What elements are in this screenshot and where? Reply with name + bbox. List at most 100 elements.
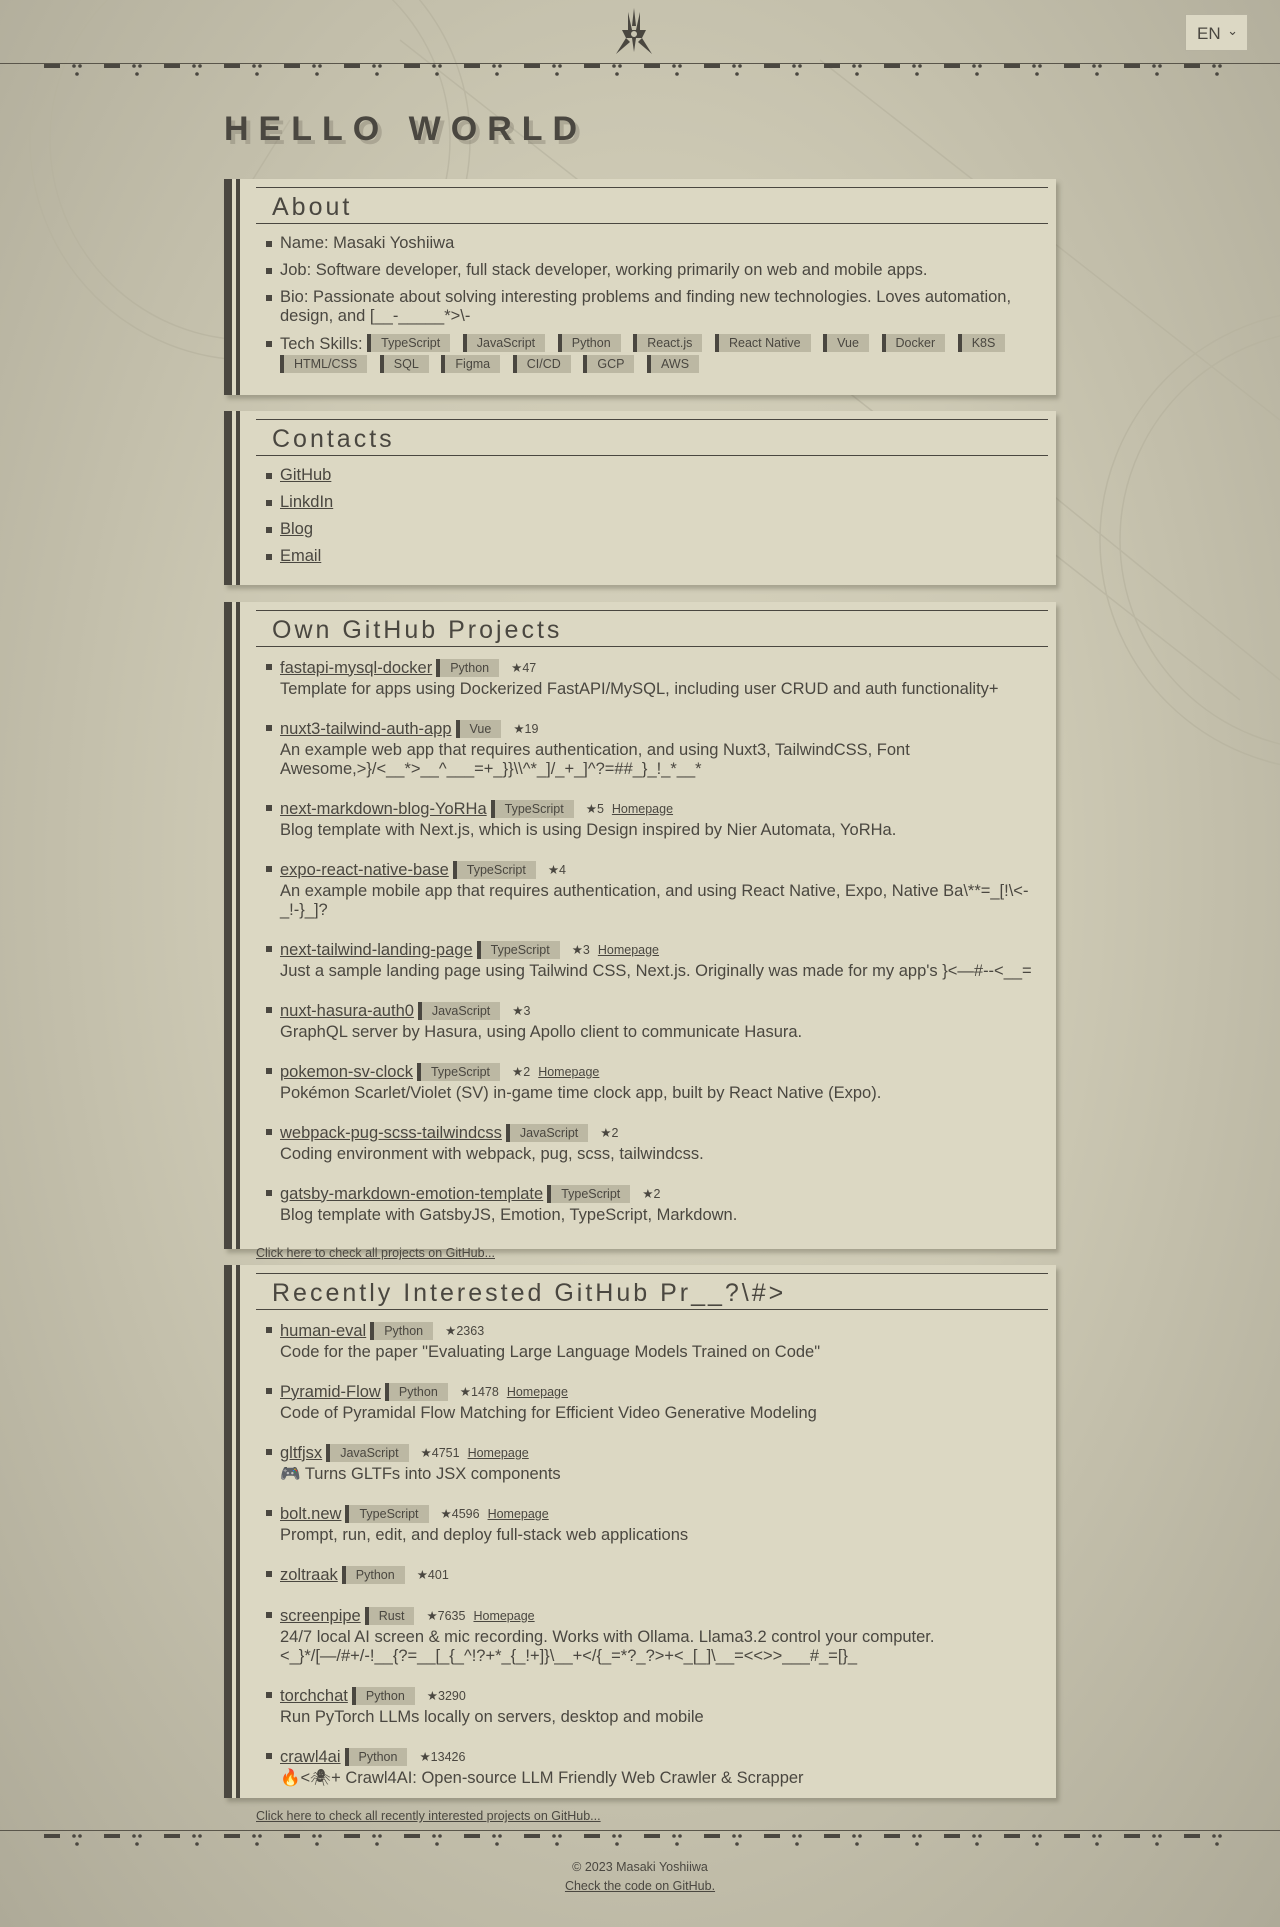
all-projects-link[interactable]: Click here to check all projects on GitH… xyxy=(256,1246,495,1260)
project-link[interactable]: gltfjsx xyxy=(280,1444,322,1463)
project-link[interactable]: bolt.new xyxy=(280,1505,341,1524)
skill-tag: React.js xyxy=(633,334,703,352)
star-count: ★3 xyxy=(572,941,590,960)
star-count: ★13426 xyxy=(419,1748,465,1767)
project-link[interactable]: zoltraak xyxy=(280,1566,338,1585)
contact-item: Blog xyxy=(266,520,1040,539)
star-icon: ★ xyxy=(420,1445,432,1460)
star-icon: ★ xyxy=(512,1003,524,1018)
star-value: 3290 xyxy=(438,1688,466,1703)
star-count: ★3290 xyxy=(427,1687,466,1706)
language-tag: TypeScript xyxy=(416,1063,501,1081)
star-count: ★3 xyxy=(512,1002,530,1021)
contact-link-linkdin[interactable]: LinkdIn xyxy=(280,493,333,511)
project-item: bolt.new TypeScript ★4596 Homepage Prompt, r… xyxy=(266,1503,1040,1545)
homepage-link[interactable]: Homepage xyxy=(468,1444,529,1463)
contact-link-email[interactable]: Email xyxy=(280,547,321,565)
star-value: 2 xyxy=(523,1064,531,1079)
project-item: screenpipe Rust ★7635 Homepage 24/7 local AI… xyxy=(266,1605,1040,1666)
project-item: fastapi-mysql-docker Python ★47 Template fo… xyxy=(266,657,1040,699)
contact-link-blog[interactable]: Blog xyxy=(280,520,313,538)
star-icon: ★ xyxy=(440,1506,452,1521)
project-description: 🎮 Turns GLTFs into JSX components xyxy=(280,1465,561,1483)
project-link[interactable]: expo-react-native-base xyxy=(280,861,449,880)
language-tag: JavaScript xyxy=(505,1124,589,1142)
star-count: ★2 xyxy=(600,1124,618,1143)
site-header: EN ⌄ xyxy=(0,0,1280,64)
star-value: 4 xyxy=(559,862,566,877)
contact-link-github[interactable]: GitHub xyxy=(280,466,331,484)
project-description: Blog template with GatsbyJS, Emotion, Ty… xyxy=(280,1206,738,1224)
homepage-link[interactable]: Homepage xyxy=(538,1063,599,1082)
language-tag: JavaScript xyxy=(326,1444,409,1462)
language-tag: Python xyxy=(344,1748,408,1766)
language-select[interactable]: EN ⌄ xyxy=(1185,14,1248,51)
project-description: Prompt, run, edit, and deploy full-stack… xyxy=(280,1526,689,1544)
project-link[interactable]: human-eval xyxy=(280,1322,366,1341)
skill-tag: Python xyxy=(557,334,621,352)
project-description: Run PyTorch LLMs locally on servers, des… xyxy=(280,1708,704,1726)
project-description: Blog template with Next.js, which is usi… xyxy=(280,821,897,839)
project-item: human-eval Python ★2363 Code for the paper … xyxy=(266,1320,1040,1362)
skill-tag: AWS xyxy=(647,355,700,373)
project-description: Code for the paper "Evaluating Large Lan… xyxy=(280,1343,821,1361)
project-link[interactable]: Pyramid-Flow xyxy=(280,1383,381,1402)
language-tag: Python xyxy=(351,1687,415,1705)
project-link[interactable]: screenpipe xyxy=(280,1607,361,1626)
contact-item: GitHub xyxy=(266,466,1040,485)
project-link[interactable]: webpack-pug-scss-tailwindcss xyxy=(280,1124,502,1143)
skill-tag: SQL xyxy=(379,355,429,373)
star-value: 2 xyxy=(611,1125,619,1140)
project-item: gltfjsx JavaScript ★4751 Homepage 🎮 Turns GL… xyxy=(266,1442,1040,1484)
footer-dot-border xyxy=(44,1834,1222,1846)
star-count: ★4 xyxy=(548,861,566,880)
project-description: 🔥<🕷+ Crawl4AI: Open-source LLM Friendly … xyxy=(280,1769,804,1787)
homepage-link[interactable]: Homepage xyxy=(612,800,673,819)
interested-projects-heading: Recently Interested GitHub Pr__?\#> xyxy=(272,1279,787,1307)
homepage-link[interactable]: Homepage xyxy=(488,1505,549,1524)
star-count: ★19 xyxy=(513,720,538,739)
all-interested-projects-link[interactable]: Click here to check all recently interes… xyxy=(256,1809,601,1823)
language-tag: JavaScript xyxy=(417,1002,501,1020)
star-icon: ★ xyxy=(416,1567,428,1582)
footer-divider xyxy=(0,1830,1280,1831)
yorha-logo-icon[interactable] xyxy=(612,6,656,56)
contact-item: Email xyxy=(266,547,1040,566)
skill-tag: HTML/CSS xyxy=(280,355,368,373)
star-count: ★4596 xyxy=(441,1505,480,1524)
star-count: ★4751 xyxy=(421,1444,460,1463)
own-projects-heading: Own GitHub Projects xyxy=(272,616,563,644)
project-link[interactable]: nuxt3-tailwind-auth-app xyxy=(280,720,452,739)
project-link[interactable]: fastapi-mysql-docker xyxy=(280,659,432,678)
star-value: 4596 xyxy=(451,1506,480,1521)
star-value: 7635 xyxy=(437,1608,466,1623)
about-card: About Name: Masaki Yoshiiwa Job: Softwar… xyxy=(224,179,1056,395)
skill-tag: GCP xyxy=(583,355,635,373)
star-value: 13426 xyxy=(430,1749,466,1764)
star-value: 19 xyxy=(524,721,539,736)
project-link[interactable]: next-tailwind-landing-page xyxy=(280,941,473,960)
project-link[interactable]: crawl4ai xyxy=(280,1748,341,1767)
github-source-link[interactable]: Check the code on GitHub. xyxy=(565,1879,715,1893)
star-value: 4751 xyxy=(431,1445,460,1460)
project-link[interactable]: pokemon-sv-clock xyxy=(280,1063,413,1082)
project-link[interactable]: nuxt-hasura-auth0 xyxy=(280,1002,414,1021)
about-name: Name: Masaki Yoshiiwa xyxy=(266,234,1040,253)
star-count: ★5 xyxy=(586,800,604,819)
homepage-link[interactable]: Homepage xyxy=(507,1383,568,1402)
star-value: 3 xyxy=(523,1003,531,1018)
star-icon: ★ xyxy=(511,660,523,675)
project-link[interactable]: torchchat xyxy=(280,1687,348,1706)
star-icon: ★ xyxy=(419,1749,431,1764)
homepage-link[interactable]: Homepage xyxy=(473,1607,534,1626)
project-link[interactable]: gatsby-markdown-emotion-template xyxy=(280,1185,543,1204)
language-tag: TypeScript xyxy=(547,1185,631,1203)
project-link[interactable]: next-markdown-blog-YoRHa xyxy=(280,800,487,819)
star-icon: ★ xyxy=(445,1323,457,1338)
project-item: webpack-pug-scss-tailwindcss JavaScript ★2… xyxy=(266,1122,1040,1164)
project-item: pokemon-sv-clock TypeScript ★2 Homepage Poké… xyxy=(266,1061,1040,1103)
contact-item: LinkdIn xyxy=(266,493,1040,512)
homepage-link[interactable]: Homepage xyxy=(598,941,659,960)
project-description: An example mobile app that requires auth… xyxy=(280,882,1029,919)
project-description: 24/7 local AI screen & mic recording. Wo… xyxy=(280,1628,935,1665)
